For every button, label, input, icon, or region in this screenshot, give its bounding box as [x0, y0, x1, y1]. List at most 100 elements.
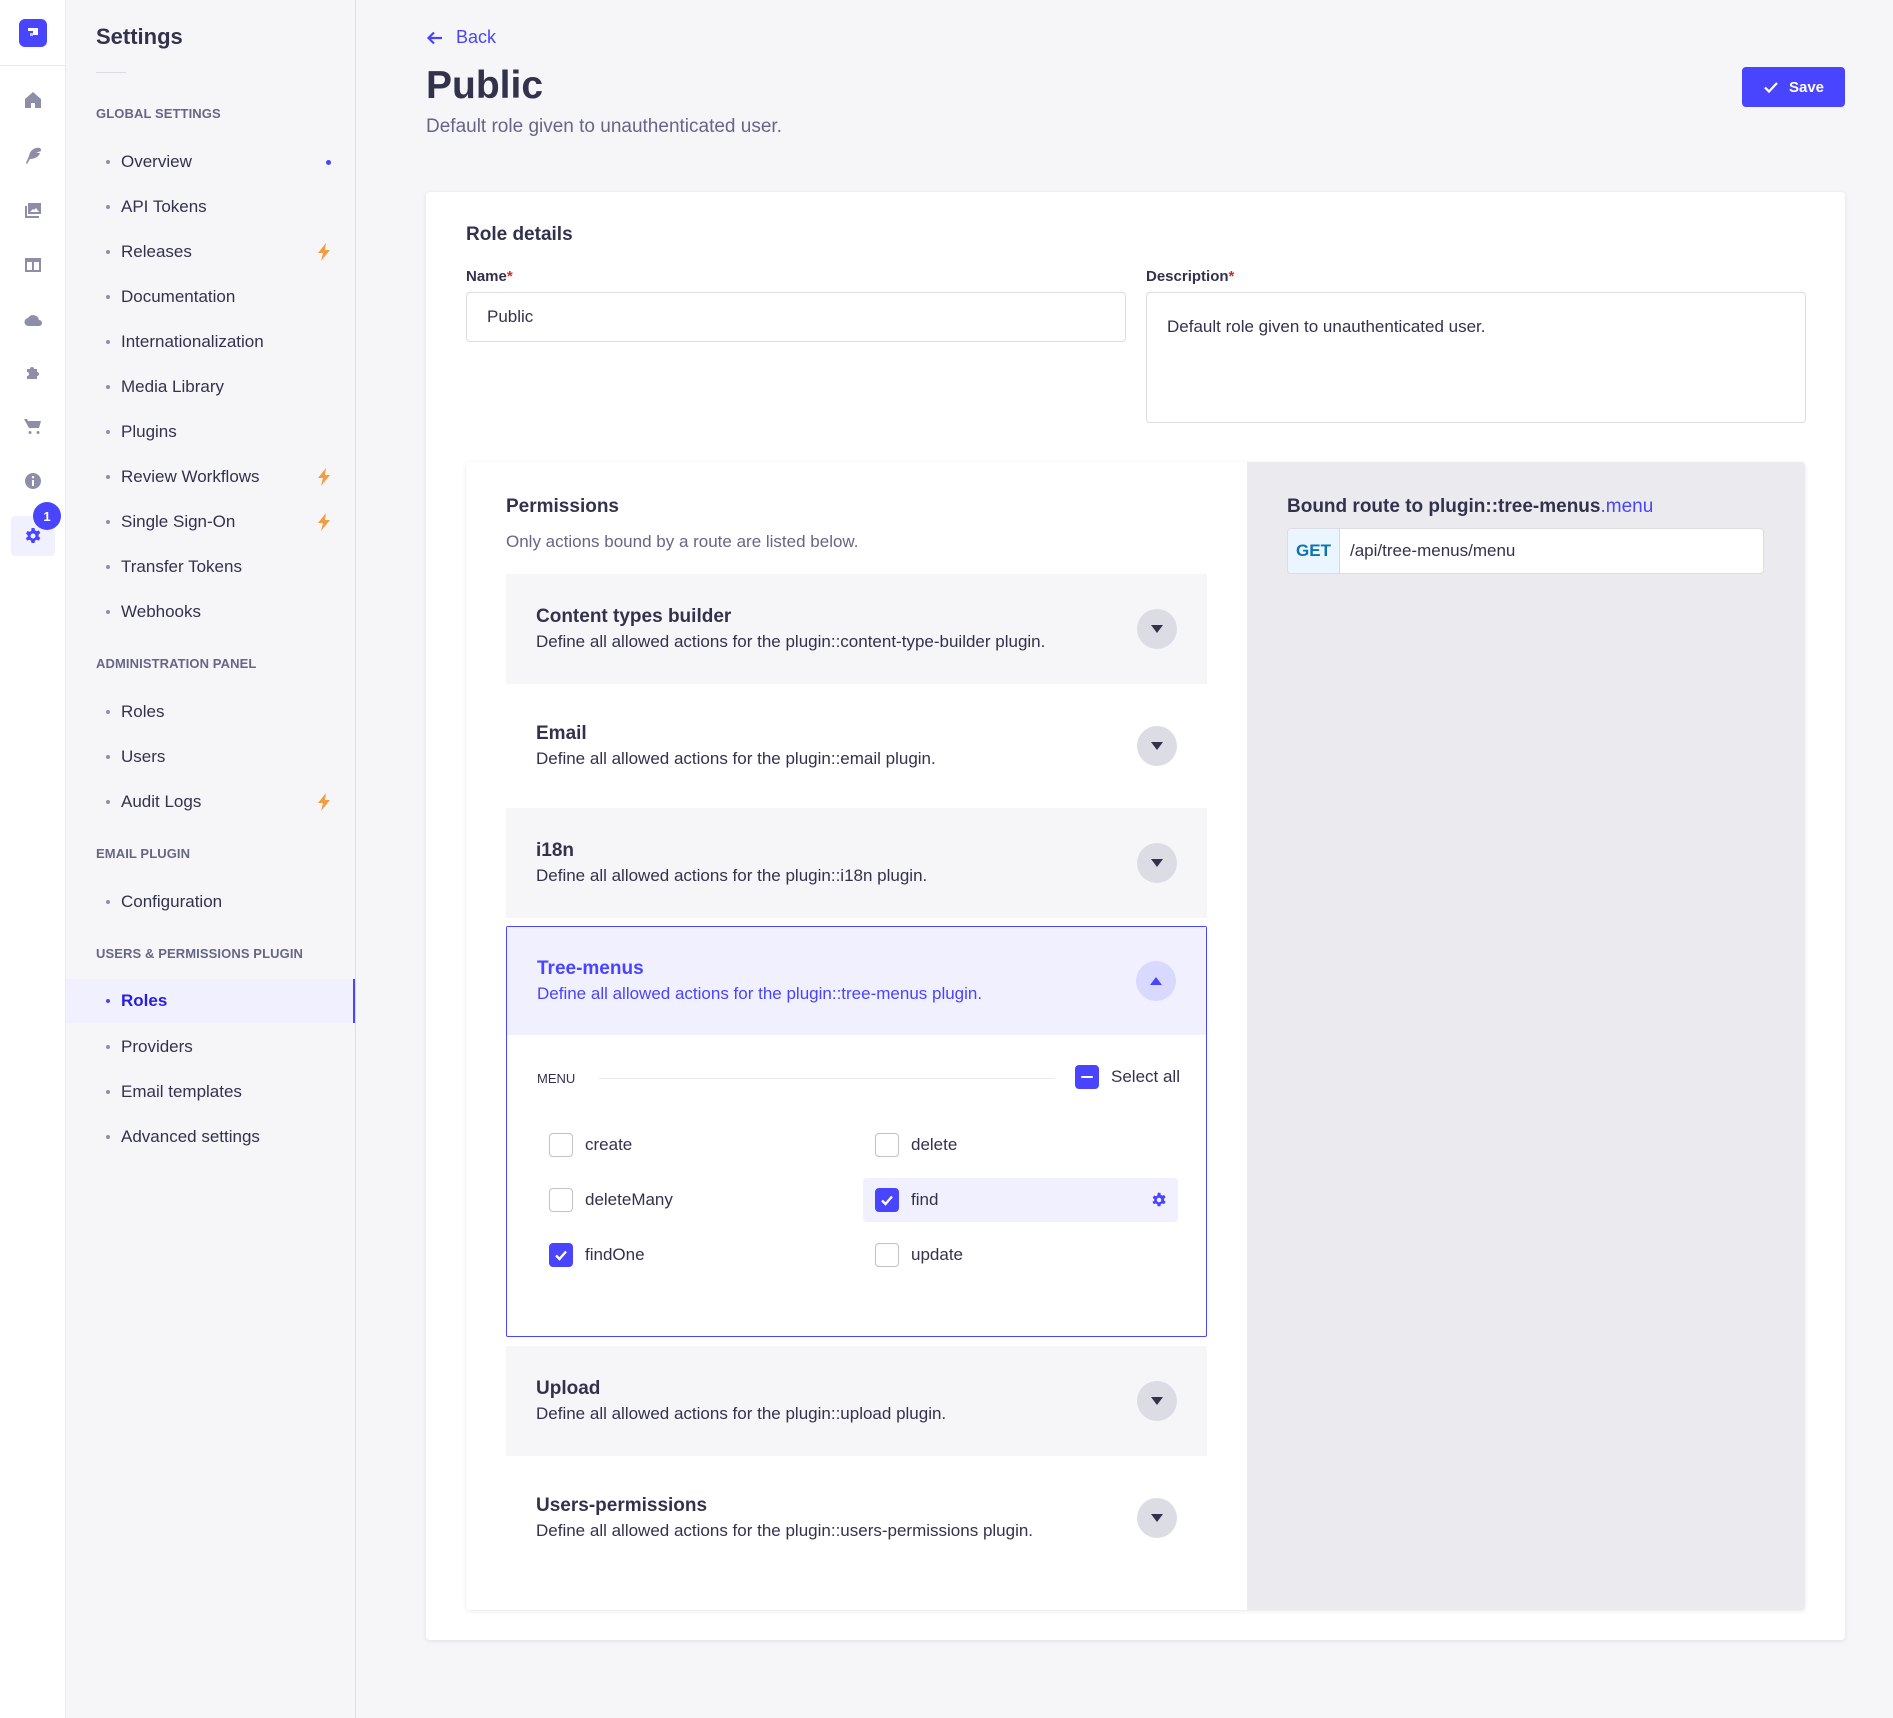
- nav-information[interactable]: [11, 461, 55, 501]
- action-findone[interactable]: findOne: [537, 1233, 852, 1277]
- accordion-header[interactable]: Upload Define all allowed actions for th…: [506, 1346, 1207, 1456]
- name-input[interactable]: [466, 292, 1126, 342]
- check-icon: [555, 1250, 567, 1261]
- sidebar-item-overview[interactable]: Overview: [66, 140, 355, 184]
- bullet: [106, 565, 110, 569]
- nav-marketplace[interactable]: [11, 406, 55, 446]
- nav-content-type-builder[interactable]: [11, 135, 55, 175]
- cloud-icon: [24, 315, 42, 327]
- sidebar-item-audit-logs[interactable]: Audit Logs: [66, 780, 355, 824]
- accordion-header[interactable]: Users-permissions Define all allowed act…: [506, 1463, 1207, 1573]
- permissions-list: Permissions Only actions bound by a rout…: [466, 462, 1247, 1610]
- sidebar-item-label: Internationalization: [121, 332, 264, 351]
- accordion-header[interactable]: Tree-menus Define all allowed actions fo…: [507, 927, 1206, 1035]
- action-label: findOne: [585, 1245, 645, 1264]
- lightning-icon: [318, 468, 330, 486]
- bullet: [106, 1135, 110, 1139]
- accordion-header[interactable]: i18n Define all allowed actions for the …: [506, 808, 1207, 918]
- checkbox[interactable]: [549, 1188, 573, 1212]
- sidebar-item-label: Releases: [121, 242, 192, 261]
- description-label: Description*: [1146, 268, 1234, 285]
- sidebar-item-admin-roles[interactable]: Roles: [66, 690, 355, 734]
- nav-content-manager[interactable]: [11, 245, 55, 285]
- sidebar-item-webhooks[interactable]: Webhooks: [66, 590, 355, 634]
- sidebar-item-providers[interactable]: Providers: [66, 1025, 355, 1069]
- nav-deploy[interactable]: [11, 300, 55, 340]
- accordion-title: Upload: [536, 1378, 601, 1399]
- checkbox[interactable]: [875, 1133, 899, 1157]
- collapse-button[interactable]: [1136, 961, 1176, 1001]
- cog-icon[interactable]: [1150, 1191, 1168, 1209]
- expand-button[interactable]: [1137, 609, 1177, 649]
- bullet: [106, 520, 110, 524]
- nav-media-library[interactable]: [11, 190, 55, 230]
- dot-icon: [326, 159, 331, 165]
- caret-down-icon: [1151, 1397, 1163, 1405]
- sidebar-item-releases[interactable]: Releases: [66, 230, 355, 274]
- sidebar-item-api-tokens[interactable]: API Tokens: [66, 185, 355, 229]
- nav-settings[interactable]: 1: [11, 502, 61, 556]
- action-create[interactable]: create: [537, 1123, 852, 1167]
- sidebar-item-up-roles[interactable]: Roles: [66, 979, 355, 1023]
- sidebar-item-review-workflows[interactable]: Review Workflows: [66, 455, 355, 499]
- action-label: deleteMany: [585, 1190, 673, 1209]
- divider: [96, 72, 126, 73]
- expand-button[interactable]: [1137, 843, 1177, 883]
- layout-icon: [25, 258, 41, 272]
- bullet: [106, 900, 110, 904]
- notification-badge: 1: [33, 502, 61, 530]
- action-delete[interactable]: delete: [863, 1123, 1178, 1167]
- bound-route-action: .menu: [1600, 496, 1654, 517]
- sidebar-item-configuration[interactable]: Configuration: [66, 880, 355, 924]
- description-label-text: Description: [1146, 268, 1229, 285]
- sidebar-item-advanced-settings[interactable]: Advanced settings: [66, 1115, 355, 1159]
- sidebar-item-label: Overview: [121, 152, 192, 171]
- permissions-panel: Permissions Only actions bound by a rout…: [466, 462, 1805, 1610]
- bound-route-prefix: Bound route to plugin::tree-menus: [1287, 496, 1601, 517]
- checkbox-indeterminate[interactable]: [1075, 1065, 1099, 1089]
- action-label: delete: [911, 1135, 958, 1154]
- bullet: [106, 710, 110, 714]
- sidebar-item-documentation[interactable]: Documentation: [66, 275, 355, 319]
- section-global-settings: Global Settings: [96, 106, 221, 121]
- back-link[interactable]: Back: [426, 27, 496, 48]
- sidebar-item-internationalization[interactable]: Internationalization: [66, 320, 355, 364]
- sidebar-item-label: Webhooks: [121, 602, 202, 621]
- images-icon: [25, 203, 41, 218]
- nav-home[interactable]: [11, 80, 55, 120]
- sidebar-item-label: Users: [121, 747, 166, 766]
- strapi-logo[interactable]: [18, 18, 47, 47]
- sidebar-item-single-sign-on[interactable]: Single Sign-On: [66, 500, 355, 544]
- nav-plugins[interactable]: [11, 353, 55, 393]
- bullet: [106, 205, 110, 209]
- sidebar-item-label: Audit Logs: [121, 792, 202, 811]
- accordion-header[interactable]: Content types builder Define all allowed…: [506, 574, 1207, 684]
- select-all-checkbox[interactable]: Select all: [1075, 1065, 1180, 1089]
- sidebar-item-email-templates[interactable]: Email templates: [66, 1070, 355, 1114]
- sidebar-item-label: Transfer Tokens: [121, 557, 242, 576]
- section-administration-panel: Administration Panel: [96, 656, 257, 671]
- expand-button[interactable]: [1137, 1381, 1177, 1421]
- checkbox[interactable]: [875, 1243, 899, 1267]
- sidebar-item-users[interactable]: Users: [66, 735, 355, 779]
- action-find[interactable]: find: [863, 1178, 1178, 1222]
- checkbox-checked[interactable]: [549, 1243, 573, 1267]
- checkbox[interactable]: [549, 1133, 573, 1157]
- action-update[interactable]: update: [863, 1233, 1178, 1277]
- expand-button[interactable]: [1137, 726, 1177, 766]
- sidebar-item-media-library[interactable]: Media Library: [66, 365, 355, 409]
- save-button[interactable]: Save: [1742, 67, 1845, 107]
- accordion-description: Define all allowed actions for the plugi…: [536, 632, 1046, 651]
- action-deletemany[interactable]: deleteMany: [537, 1178, 852, 1222]
- sidebar-item-transfer-tokens[interactable]: Transfer Tokens: [66, 545, 355, 589]
- accordion-i18n: i18n Define all allowed actions for the …: [506, 808, 1207, 918]
- accordion-header[interactable]: Email Define all allowed actions for the…: [506, 691, 1207, 801]
- bullet: [106, 340, 110, 344]
- checkbox-checked[interactable]: [875, 1188, 899, 1212]
- description-textarea[interactable]: Default role given to unauthenticated us…: [1146, 292, 1806, 423]
- caret-down-icon: [1151, 1514, 1163, 1522]
- sidebar-item-plugins[interactable]: Plugins: [66, 410, 355, 454]
- expand-button[interactable]: [1137, 1498, 1177, 1538]
- accordion-description: Define all allowed actions for the plugi…: [536, 749, 936, 768]
- lightning-icon: [318, 793, 330, 811]
